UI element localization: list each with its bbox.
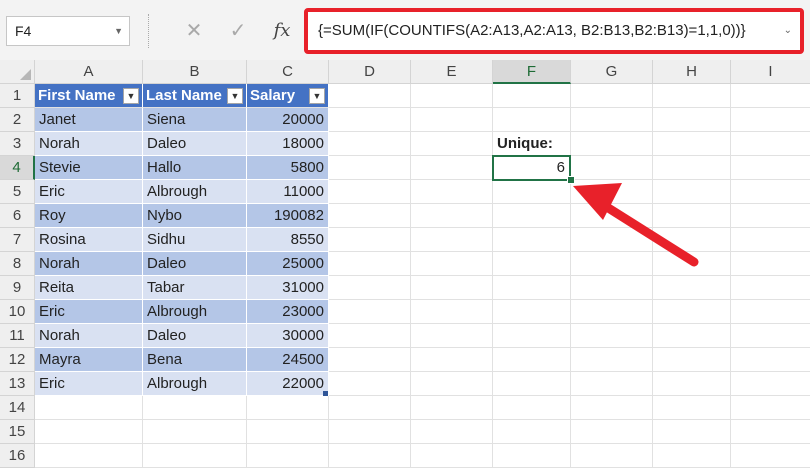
excel-window: F4 ▼ ✕ ✓ fx {=SUM(IF(COUNTIFS(A2:A13,A2:… [0,0,810,468]
arrow-shaft [597,199,699,267]
red-arrow-icon [573,183,699,267]
